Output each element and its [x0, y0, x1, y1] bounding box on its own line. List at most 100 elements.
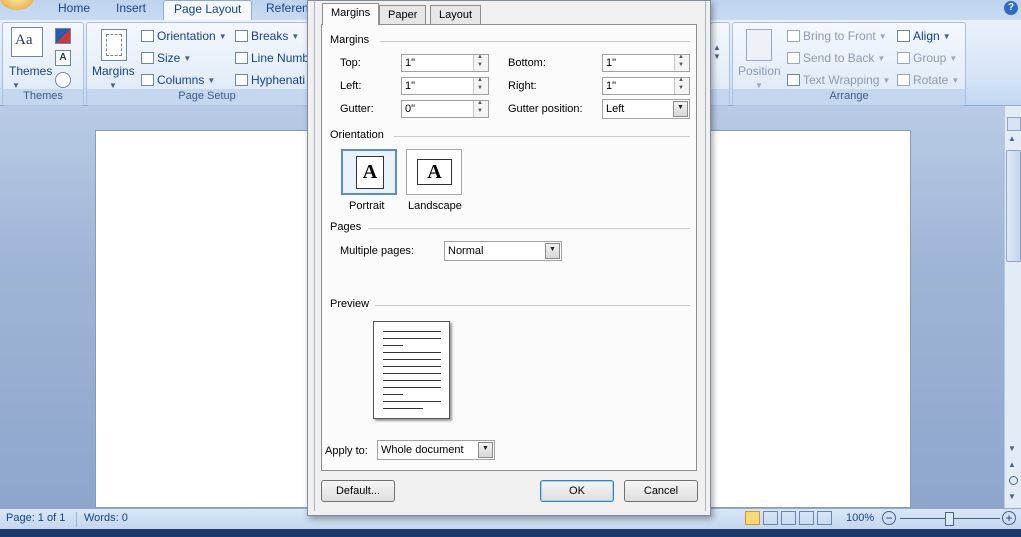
vertical-scroll-thumb[interactable] [1006, 150, 1021, 262]
theme-colors-icon[interactable] [55, 28, 71, 44]
tab-home[interactable]: Home [48, 0, 100, 20]
page-setup-group: Margins ▼ Orientation ▼ Size ▼ Columns ▼ Br… [86, 22, 328, 106]
size-icon [141, 52, 154, 64]
tab-page-layout[interactable]: Page Layout [163, 0, 253, 21]
themes-button[interactable]: Themes [9, 64, 52, 78]
page-setup-dialog: Margins Paper Layout Margins Top: 1" Bot… [307, 0, 711, 516]
view-ruler-icon[interactable] [1007, 117, 1021, 131]
status-divider [76, 512, 77, 527]
help-icon[interactable]: ? [1004, 1, 1018, 15]
top-margin-input[interactable]: 1" [401, 54, 489, 72]
full-screen-reading-view-icon[interactable] [763, 511, 778, 525]
dialog-tab-paper[interactable]: Paper [379, 5, 427, 24]
chevron-down-icon[interactable] [545, 243, 560, 259]
portrait-option[interactable]: A [341, 149, 397, 195]
multiple-pages-select[interactable]: Normal [444, 241, 562, 261]
spin-arrows-icon[interactable]: ▲ ▼ [713, 43, 721, 61]
margins-button[interactable]: Margins [92, 64, 135, 78]
rotate-button[interactable]: Rotate ▼ [897, 73, 959, 87]
line-numbers-button[interactable]: Line Numb [235, 51, 309, 65]
office-button[interactable] [0, 0, 34, 10]
position-icon [746, 29, 772, 61]
chevron-down-icon[interactable] [478, 442, 493, 458]
ok-button[interactable]: OK [540, 480, 614, 502]
gutter-position-select[interactable]: Left [602, 99, 690, 119]
theme-effects-icon[interactable] [55, 72, 71, 88]
columns-button[interactable]: Columns ▼ [141, 73, 215, 87]
bottom-margin-spinner[interactable] [674, 54, 689, 71]
zoom-in-icon[interactable]: + [1002, 511, 1016, 525]
landscape-option[interactable]: A [406, 149, 462, 195]
size-button[interactable]: Size ▼ [141, 51, 191, 65]
page-preview [373, 321, 450, 419]
gutter-label: Gutter: [340, 103, 374, 115]
gutter-input[interactable]: 0" [401, 100, 489, 118]
outline-view-icon[interactable] [799, 511, 814, 525]
send-to-back-icon [787, 52, 800, 64]
arrange-group-label: Arrange [733, 89, 965, 105]
margins-section-line [380, 41, 690, 42]
portrait-page-icon: A [356, 156, 384, 189]
left-margin-spinner[interactable] [473, 77, 488, 94]
send-to-back-button[interactable]: Send to Back ▼ [787, 51, 885, 65]
dialog-tab-margins[interactable]: Margins [322, 3, 380, 25]
position-button[interactable]: Position [738, 64, 781, 78]
zoom-out-icon[interactable]: − [882, 511, 896, 525]
browse-object-icon[interactable] [1009, 476, 1018, 485]
breaks-icon [235, 30, 248, 42]
web-layout-view-icon[interactable] [781, 511, 796, 525]
preview-section-title: Preview [330, 298, 370, 310]
zoom-slider-thumb[interactable] [945, 512, 954, 526]
apply-to-select[interactable]: Whole document [377, 440, 495, 460]
cancel-button[interactable]: Cancel [624, 480, 698, 502]
landscape-label: Landscape [408, 200, 462, 212]
right-margin-spinner[interactable] [674, 77, 689, 94]
previous-page-icon[interactable]: ▲ [1008, 460, 1016, 469]
top-margin-spinner[interactable] [473, 54, 488, 71]
pages-section-title: Pages [330, 221, 362, 233]
gutter-position-label: Gutter position: [508, 103, 583, 115]
dialog-tab-layout[interactable]: Layout [430, 5, 482, 24]
chevron-down-icon[interactable] [673, 101, 688, 117]
hyphenation-button[interactable]: Hyphenati [235, 73, 305, 87]
group-icon [897, 52, 910, 64]
multiple-pages-label: Multiple pages: [340, 245, 414, 257]
align-button[interactable]: Align ▼ [897, 29, 951, 43]
preview-section-line [375, 305, 690, 306]
scroll-up-icon[interactable]: ▲ [1008, 134, 1016, 143]
orientation-button[interactable]: Orientation ▼ [141, 29, 227, 43]
group-button[interactable]: Group ▼ [897, 51, 957, 65]
pages-section-line [368, 228, 690, 229]
top-margin-label: Top: [340, 57, 361, 69]
word-count-status[interactable]: Words: 0 [84, 512, 128, 524]
breaks-button[interactable]: Breaks ▼ [235, 29, 299, 43]
bring-to-front-button[interactable]: Bring to Front ▼ [787, 29, 887, 43]
taskbar [0, 529, 1021, 537]
gutter-spinner[interactable] [473, 100, 488, 117]
line-numbers-icon [235, 52, 248, 64]
columns-icon [141, 74, 154, 86]
orientation-icon [141, 30, 154, 42]
bring-to-front-icon [787, 30, 800, 42]
default-button[interactable]: Default... [321, 480, 395, 502]
print-layout-view-icon[interactable] [745, 511, 760, 525]
tab-insert[interactable]: Insert [106, 0, 156, 20]
bottom-margin-input[interactable]: 1" [602, 54, 690, 72]
view-buttons [745, 511, 837, 527]
orientation-section-title: Orientation [330, 129, 384, 141]
theme-fonts-icon[interactable]: A [55, 50, 71, 66]
bottom-margin-label: Bottom: [508, 57, 546, 69]
scroll-down-icon[interactable]: ▼ [1008, 444, 1016, 453]
page-count-status[interactable]: Page: 1 of 1 [6, 512, 65, 524]
left-margin-input[interactable]: 1" [401, 77, 489, 95]
paragraph-group-label [711, 89, 729, 105]
right-margin-input[interactable]: 1" [602, 77, 690, 95]
text-wrapping-button[interactable]: Text Wrapping ▼ [787, 73, 890, 87]
rotate-icon [897, 74, 910, 86]
page-setup-group-label: Page Setup [87, 89, 327, 105]
orientation-section-line [394, 136, 690, 137]
next-page-icon[interactable]: ▼ [1008, 492, 1016, 501]
draft-view-icon[interactable] [817, 511, 832, 525]
zoom-level[interactable]: 100% [846, 512, 874, 524]
paragraph-group-partial: ▲ ▼ [710, 22, 730, 106]
